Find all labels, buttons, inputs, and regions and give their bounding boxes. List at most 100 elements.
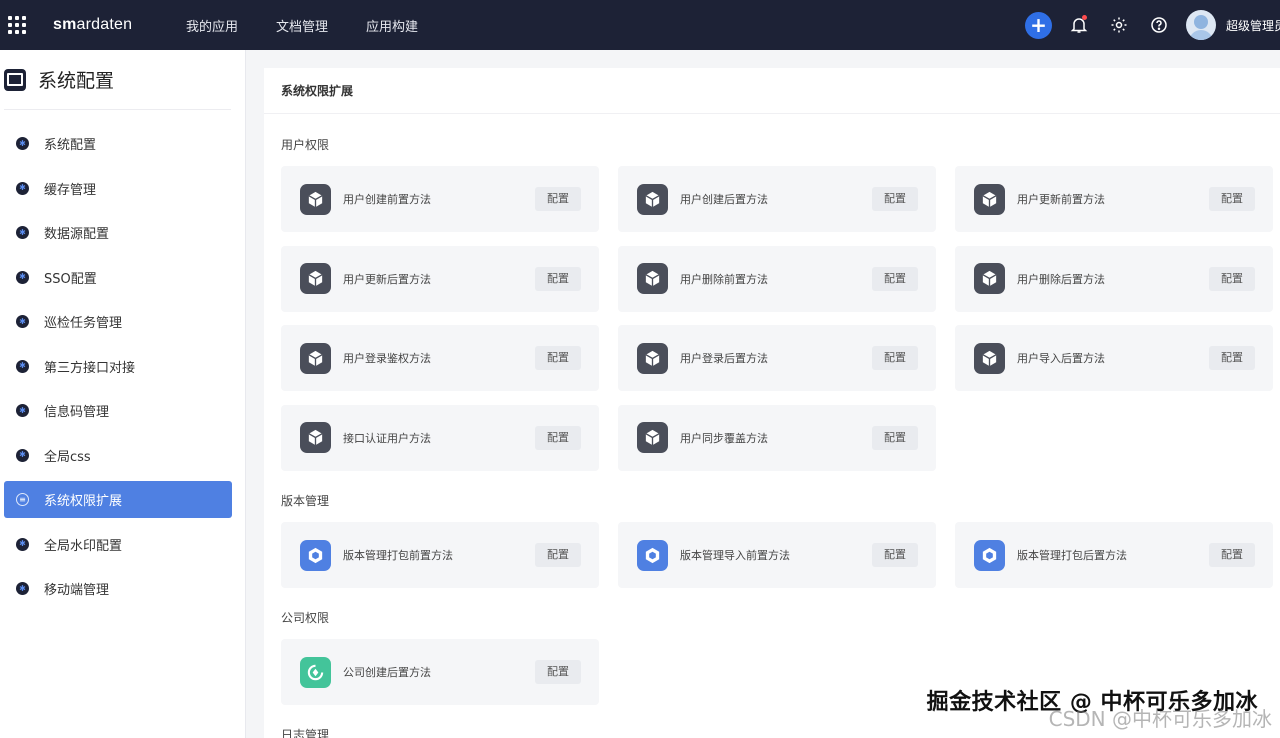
- sidebar-item-label: 巡检任务管理: [44, 316, 123, 331]
- method-card: 版本管理导入前置方法 配置: [618, 522, 936, 588]
- cube-icon: [974, 263, 1005, 294]
- method-card: 接口认证用户方法 配置: [281, 404, 599, 471]
- method-name: 版本管理打包后置方法: [1017, 549, 1127, 562]
- menu-item-icon: [16, 137, 29, 150]
- cube-icon: [300, 183, 331, 215]
- config-button[interactable]: 配置: [535, 543, 581, 567]
- method-card: 用户创建后置方法 配置: [618, 166, 936, 232]
- sidebar: 系统配置 系统配置缓存管理数据源配置 SSO配置巡检任务管理第三方接口对接信息码管…: [0, 50, 246, 738]
- sidebar-header: 系统配置: [4, 50, 231, 110]
- section-title: 日志管理: [281, 728, 330, 738]
- avatar[interactable]: [1186, 10, 1216, 40]
- menu-item-icon: [16, 359, 29, 373]
- method-name: 用户登录后置方法: [680, 352, 768, 365]
- method-name: 用户删除前置方法: [680, 272, 768, 286]
- app-launcher-icon[interactable]: [0, 0, 34, 50]
- method-name: 版本管理导入前置方法: [680, 549, 790, 562]
- package-icon: [637, 539, 668, 571]
- gear-icon[interactable]: [1106, 12, 1132, 38]
- config-button[interactable]: 配置: [1209, 266, 1255, 291]
- cube-icon: [637, 263, 668, 294]
- menu-item-icon: [16, 537, 29, 551]
- config-button[interactable]: 配置: [535, 187, 581, 211]
- config-button[interactable]: 配置: [1209, 346, 1255, 370]
- sidebar-item[interactable]: 巡检任务管理: [4, 303, 232, 340]
- menu-item-icon: [16, 226, 29, 239]
- menu-item-icon: [16, 448, 29, 462]
- cube-icon: [300, 263, 331, 294]
- package-icon: [974, 539, 1005, 571]
- menu-item-icon: [16, 270, 29, 284]
- sidebar-item[interactable]: 系统权限扩展: [4, 481, 232, 518]
- menu-item-icon: [16, 493, 29, 506]
- company-icon: [300, 656, 331, 688]
- nav-app-builder[interactable]: 应用构建: [347, 16, 437, 35]
- sidebar-item[interactable]: SSO配置: [4, 259, 232, 296]
- username[interactable]: 超级管理员: [1226, 17, 1280, 34]
- method-card: 用户同步覆盖方法 配置: [618, 404, 936, 471]
- menu-item-icon: [16, 181, 29, 195]
- nav-docs[interactable]: 文档管理: [257, 16, 347, 35]
- cube-icon: [637, 342, 668, 374]
- method-name: 用户更新后置方法: [343, 272, 431, 286]
- sidebar-item[interactable]: 全局css: [4, 437, 232, 474]
- section-title: 用户权限: [281, 138, 330, 152]
- method-card: 用户登录鉴权方法 配置: [281, 325, 599, 391]
- method-name: 用户创建前置方法: [343, 193, 431, 206]
- sidebar-item[interactable]: 全局水印配置: [4, 526, 232, 563]
- config-button[interactable]: 配置: [872, 543, 918, 567]
- config-button[interactable]: 配置: [535, 346, 581, 370]
- method-name: 用户更新前置方法: [1017, 193, 1105, 206]
- method-name: 用户删除后置方法: [1017, 272, 1105, 286]
- method-name: 用户导入后置方法: [1017, 352, 1105, 365]
- method-card: 用户删除后置方法 配置: [955, 245, 1273, 312]
- sidebar-item-label: 缓存管理: [44, 182, 97, 198]
- config-button[interactable]: 配置: [1209, 543, 1255, 567]
- sidebar-item[interactable]: 缓存管理: [4, 170, 232, 207]
- bell-icon[interactable]: [1066, 12, 1092, 38]
- nav-my-apps[interactable]: 我的应用: [167, 16, 257, 35]
- sidebar-title: 系统配置: [38, 70, 115, 92]
- sidebar-item[interactable]: 信息码管理: [4, 392, 232, 429]
- method-name: 接口认证用户方法: [343, 431, 431, 445]
- cube-icon: [300, 422, 331, 453]
- sidebar-item[interactable]: 移动端管理: [4, 570, 232, 607]
- section-title: 版本管理: [281, 494, 330, 508]
- config-button[interactable]: 配置: [872, 187, 918, 211]
- method-card: 用户更新前置方法 配置: [955, 166, 1273, 232]
- menu-item-icon: [16, 582, 29, 595]
- cube-icon: [300, 342, 331, 374]
- method-card: 版本管理打包前置方法 配置: [281, 522, 599, 588]
- top-bar: smardaten 我的应用 文档管理 应用构建 + 超级管理员: [0, 0, 1280, 50]
- sidebar-item-label: 数据源配置: [44, 227, 110, 242]
- method-name: 用户登录鉴权方法: [343, 352, 431, 365]
- config-button[interactable]: 配置: [535, 660, 581, 684]
- config-button[interactable]: 配置: [872, 266, 918, 291]
- package-icon: [300, 539, 331, 571]
- notification-dot: [1082, 15, 1087, 20]
- cube-icon: [974, 183, 1005, 215]
- method-card: 用户创建前置方法 配置: [281, 166, 599, 232]
- config-button[interactable]: 配置: [1209, 187, 1255, 211]
- main-panel: 系统权限扩展 用户权限 用户创建前置方法 配置 用户创建后置方法 配置 用户更新前置方法配…: [264, 68, 1280, 738]
- method-name: 公司创建后置方法: [343, 666, 431, 679]
- cube-icon: [637, 183, 668, 215]
- config-button[interactable]: 配置: [872, 346, 918, 370]
- config-button[interactable]: 配置: [872, 425, 918, 450]
- logo[interactable]: smardaten: [53, 16, 167, 34]
- cube-icon: [637, 422, 668, 453]
- sidebar-item[interactable]: 第三方接口对接: [4, 348, 232, 385]
- config-button[interactable]: 配置: [535, 425, 581, 450]
- help-icon[interactable]: [1146, 12, 1172, 38]
- cube-icon: [974, 342, 1005, 374]
- method-card: 用户导入后置方法 配置: [955, 325, 1273, 391]
- sidebar-item[interactable]: 系统配置: [4, 125, 232, 162]
- method-card: 版本管理打包后置方法 配置: [955, 522, 1273, 588]
- add-button[interactable]: +: [1025, 11, 1052, 39]
- monitor-icon: [4, 68, 26, 91]
- config-button[interactable]: 配置: [535, 266, 581, 291]
- method-card: 用户登录后置方法 配置: [618, 325, 936, 391]
- sidebar-item-label: 全局css: [44, 449, 91, 465]
- sidebar-item[interactable]: 数据源配置: [4, 214, 232, 251]
- sidebar-item-label: 全局水印配置: [44, 538, 123, 554]
